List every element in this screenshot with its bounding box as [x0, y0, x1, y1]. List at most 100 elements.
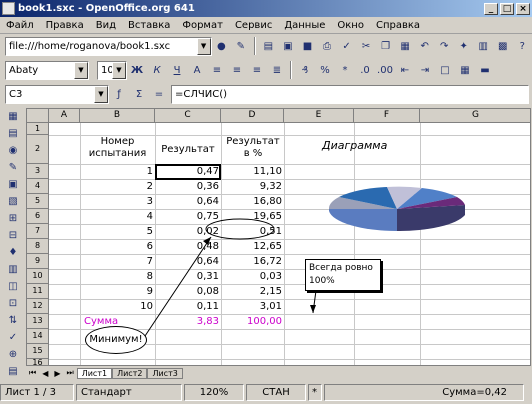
toolbar-icon[interactable]: ⊞ — [4, 210, 22, 227]
chevron-down-icon[interactable]: ▼ — [196, 37, 211, 55]
font-size-field[interactable]: 10 ▼ — [97, 60, 127, 80]
align-center-icon[interactable]: ≡ — [228, 61, 246, 79]
indent-increase-icon[interactable]: ⇥ — [416, 61, 434, 79]
toolbar-icon[interactable]: ▤ — [4, 125, 22, 142]
sheet-tab-3[interactable]: Лист3 — [147, 367, 183, 379]
toolbar-icon[interactable]: ⇅ — [4, 312, 22, 329]
column-header-e[interactable]: E — [284, 109, 354, 123]
row-header-5[interactable]: 5 — [27, 194, 49, 209]
column-header-g[interactable]: G — [420, 109, 530, 123]
chevron-down-icon[interactable]: ▼ — [112, 61, 126, 79]
toolbar-icon[interactable]: ⊡ — [4, 295, 22, 312]
spellcheck-icon[interactable]: ✓ — [338, 37, 356, 55]
row-header-6[interactable]: 6 — [27, 209, 49, 224]
row-header-16[interactable]: 16 — [27, 359, 49, 365]
menu-data[interactable]: Данные — [278, 20, 331, 31]
open-icon[interactable]: ▣ — [279, 37, 297, 55]
new-icon[interactable]: ▤ — [260, 37, 278, 55]
row-header-11[interactable]: 11 — [27, 284, 49, 299]
status-zoom[interactable]: 120% — [184, 384, 244, 401]
align-left-icon[interactable]: ≡ — [208, 61, 226, 79]
save-icon[interactable]: ■ — [299, 37, 317, 55]
toolbar-icon[interactable]: ▣ — [4, 176, 22, 193]
row-header-1[interactable]: 1 — [27, 123, 49, 135]
formula-input[interactable]: =СЛЧИС() — [171, 84, 529, 104]
column-header-c[interactable]: C — [155, 109, 221, 123]
help-icon[interactable]: ? — [514, 37, 532, 55]
justify-icon[interactable]: ≣ — [268, 61, 286, 79]
edit-file-icon[interactable]: ✎ — [232, 37, 250, 55]
toolbar-icon[interactable]: ♦ — [4, 244, 22, 261]
row-header-4[interactable]: 4 — [27, 179, 49, 194]
minimize-button[interactable]: _ — [484, 2, 498, 15]
chevron-down-icon[interactable]: ▼ — [94, 85, 108, 103]
sheet-tab-2[interactable]: Лист2 — [112, 367, 148, 379]
menu-file[interactable]: Файл — [0, 20, 40, 31]
sheet-tab-1[interactable]: Лист1 — [76, 367, 113, 379]
row-header-12[interactable]: 12 — [27, 299, 49, 314]
close-button[interactable]: × — [516, 2, 530, 15]
toolbar-icon[interactable]: ▥ — [4, 261, 22, 278]
row-header-13[interactable]: 13 — [27, 314, 49, 329]
toolbar-icon[interactable]: ✎ — [4, 159, 22, 176]
menu-format[interactable]: Формат — [176, 20, 229, 31]
select-all-corner[interactable] — [27, 109, 49, 123]
url-field[interactable]: file:///home/roganova/book1.sxc ▼ — [5, 36, 212, 56]
borders-icon[interactable]: □ — [436, 61, 454, 79]
row-header-7[interactable]: 7 — [27, 224, 49, 239]
toolbar-icon[interactable]: ▧ — [4, 193, 22, 210]
add-decimal-icon[interactable]: .0 — [356, 61, 374, 79]
toolbar-icon[interactable]: ▤ — [4, 363, 22, 380]
toolbar-icon[interactable]: ▦ — [4, 108, 22, 125]
sum-icon[interactable]: Σ — [130, 85, 148, 103]
remove-decimal-icon[interactable]: .00 — [376, 61, 394, 79]
toolbar-icon[interactable]: ◉ — [4, 142, 22, 159]
menu-tools[interactable]: Сервис — [229, 20, 278, 31]
italic-button[interactable]: К — [148, 61, 166, 79]
bold-button[interactable]: Ж — [128, 61, 146, 79]
scroll-next-icon[interactable]: ▶ — [51, 369, 63, 378]
menu-insert[interactable]: Вставка — [122, 20, 176, 31]
copy-icon[interactable]: ❐ — [377, 37, 395, 55]
toolbar-icon[interactable]: ✓ — [4, 329, 22, 346]
gallery-icon[interactable]: ▥ — [474, 37, 492, 55]
function-icon[interactable]: = — [150, 85, 168, 103]
row-header-3[interactable]: 3 — [27, 164, 49, 179]
datasource-icon[interactable]: ▩ — [494, 37, 512, 55]
cut-icon[interactable]: ✂ — [357, 37, 375, 55]
background-icon[interactable]: ▦ — [456, 61, 474, 79]
menu-help[interactable]: Справка — [370, 20, 426, 31]
row-header-9[interactable]: 9 — [27, 254, 49, 269]
menu-edit[interactable]: Правка — [40, 20, 90, 31]
toolbar-icon[interactable]: ⊕ — [4, 346, 22, 363]
menu-view[interactable]: Вид — [90, 20, 122, 31]
row-header-10[interactable]: 10 — [27, 269, 49, 284]
menu-window[interactable]: Окно — [331, 20, 370, 31]
indent-decrease-icon[interactable]: ⇤ — [396, 61, 414, 79]
scroll-first-icon[interactable]: ⏮ — [26, 368, 39, 378]
column-header-d[interactable]: D — [221, 109, 284, 123]
cell-reference-field[interactable]: C3 ▼ — [5, 84, 109, 104]
row-header-2[interactable]: 2 — [27, 135, 49, 164]
scroll-prev-icon[interactable]: ◀ — [39, 369, 51, 378]
toolbar-icon[interactable]: ⊟ — [4, 227, 22, 244]
font-name-field[interactable]: Abaty ▼ — [5, 60, 89, 80]
currency-icon[interactable]: ₰ — [296, 61, 314, 79]
percent-icon[interactable]: % — [316, 61, 334, 79]
row-header-8[interactable]: 8 — [27, 239, 49, 254]
maximize-button[interactable]: □ — [500, 2, 514, 15]
font-color-icon[interactable]: ▬ — [476, 61, 494, 79]
undo-icon[interactable]: ↶ — [416, 37, 434, 55]
print-icon[interactable]: ⎙ — [318, 37, 336, 55]
redo-icon[interactable]: ↷ — [435, 37, 453, 55]
column-header-b[interactable]: B — [80, 109, 155, 123]
paste-icon[interactable]: ▦ — [396, 37, 414, 55]
row-header-14[interactable]: 14 — [27, 329, 49, 344]
function-wizard-icon[interactable]: ƒ — [110, 85, 128, 103]
column-header-f[interactable]: F — [354, 109, 420, 123]
standard-format-icon[interactable]: * — [336, 61, 354, 79]
font-color-button[interactable]: A — [188, 61, 206, 79]
stop-icon[interactable]: ● — [213, 37, 231, 55]
column-header-a[interactable]: A — [49, 109, 80, 123]
scroll-last-icon[interactable]: ⏭ — [64, 368, 77, 378]
